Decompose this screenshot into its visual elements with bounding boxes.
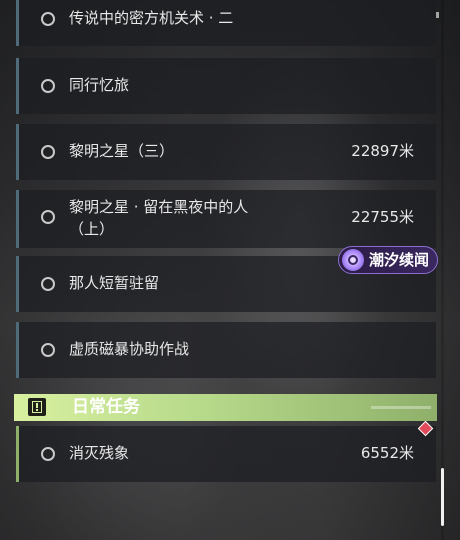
scrollbar-thumb[interactable] (441, 468, 444, 526)
circle-outline-icon (41, 145, 55, 159)
scroll-top-indicator (436, 12, 439, 18)
quest-row[interactable]: 黎明之星 · 留在黑夜中的人（上） 22755米 (16, 190, 436, 248)
quest-distance: 22897米 (351, 142, 414, 160)
quest-row[interactable]: 消灭残象 6552米 (16, 426, 436, 482)
circle-outline-icon (41, 79, 55, 93)
circle-outline-icon (41, 343, 55, 357)
circle-outline-icon (41, 447, 55, 461)
quest-distance: 6552米 (360, 444, 414, 462)
scrollbar-track[interactable] (441, 0, 444, 540)
quest-row[interactable]: 黎明之星（三） 22897米 (16, 124, 436, 180)
circle-outline-icon (41, 12, 55, 26)
event-badge-label: 潮汐续闻 (369, 251, 430, 269)
quest-row[interactable]: 传说中的密方机关术 · 二 (16, 0, 436, 46)
circle-outline-icon (41, 210, 55, 224)
circle-outline-icon (41, 277, 55, 291)
quest-name: 传说中的密方机关术 · 二 (69, 9, 234, 27)
quest-row[interactable]: 虚质磁暴协助作战 (16, 322, 436, 378)
header-decoration (371, 406, 431, 409)
quest-row[interactable]: 同行忆旅 (16, 58, 436, 114)
section-title: 日常任务 (72, 397, 140, 417)
quest-name: 黎明之星（三） (69, 142, 175, 160)
tide-event-icon (342, 249, 364, 271)
quest-name: 黎明之星 · 留在黑夜中的人（上） (69, 198, 249, 238)
daily-quests-header[interactable]: 日常任务 (14, 394, 437, 421)
quest-name: 那人短暂驻留 (69, 274, 160, 292)
event-badge[interactable]: 潮汐续闻 (338, 246, 438, 274)
quest-distance: 22755米 (351, 208, 414, 226)
quest-name: 同行忆旅 (69, 76, 130, 94)
quest-name: 消灭残象 (69, 444, 130, 462)
quest-name: 虚质磁暴协助作战 (69, 340, 190, 358)
exclamation-icon (28, 398, 46, 416)
